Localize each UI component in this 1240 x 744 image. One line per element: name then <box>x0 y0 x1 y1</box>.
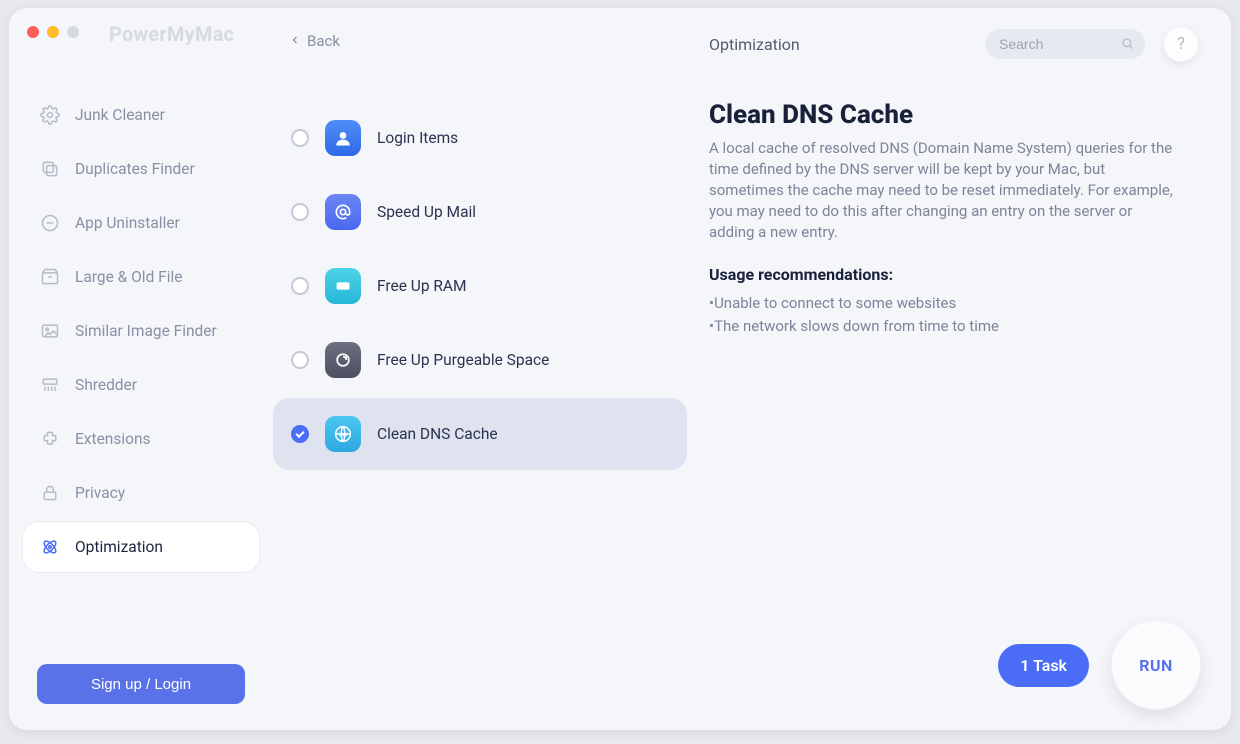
sidebar-item-label: Optimization <box>75 538 163 556</box>
option-speed-up-mail[interactable]: Speed Up Mail <box>273 176 687 248</box>
radio-checked-icon[interactable] <box>291 425 309 443</box>
sidebar-item-privacy[interactable]: Privacy <box>23 468 259 518</box>
detail-title: Clean DNS Cache <box>709 100 1179 130</box>
radio-unchecked-icon[interactable] <box>291 129 309 147</box>
search-wrap <box>985 29 1145 59</box>
radio-unchecked-icon[interactable] <box>291 351 309 369</box>
sidebar-item-shredder[interactable]: Shredder <box>23 360 259 410</box>
atom-icon <box>39 536 61 558</box>
sidebar-item-label: App Uninstaller <box>75 214 180 232</box>
options-column: Back Login Items Speed Up Mail <box>273 8 687 730</box>
sidebar-item-label: Duplicates Finder <box>75 160 195 178</box>
back-button[interactable]: Back <box>273 26 687 56</box>
sidebar-item-junk-cleaner[interactable]: Junk Cleaner <box>23 90 259 140</box>
option-label: Free Up Purgeable Space <box>377 351 549 369</box>
sidebar-item-label: Privacy <box>75 484 125 502</box>
svg-text:RAM: RAM <box>338 284 348 290</box>
close-window-icon[interactable] <box>27 26 39 38</box>
option-label: Login Items <box>377 129 458 147</box>
option-label: Free Up RAM <box>377 277 467 295</box>
maximize-window-icon[interactable] <box>67 26 79 38</box>
sidebar-item-large-old-file[interactable]: Large & Old File <box>23 252 259 302</box>
action-footer: 1 Task RUN <box>998 620 1201 710</box>
question-mark-icon: ? <box>1177 34 1185 54</box>
copies-icon <box>39 158 61 180</box>
image-icon <box>39 320 61 342</box>
signup-login-button[interactable]: Sign up / Login <box>37 664 245 704</box>
window-controls <box>27 26 79 38</box>
help-button[interactable]: ? <box>1163 26 1199 62</box>
detail-column: Optimization ? Clean DNS Cache A local c… <box>687 8 1231 730</box>
gear-icon <box>39 104 61 126</box>
dns-globe-icon: DNS <box>325 416 361 452</box>
option-label: Clean DNS Cache <box>377 425 498 443</box>
sidebar-item-label: Similar Image Finder <box>75 322 217 340</box>
app-window: PowerMyMac Junk Cleaner Duplicates Finde… <box>9 8 1231 730</box>
optimization-options-list: Login Items Speed Up Mail RAM Free Up RA… <box>273 102 687 470</box>
shredder-icon <box>39 374 61 396</box>
uninstall-icon <box>39 212 61 234</box>
back-label: Back <box>307 32 340 50</box>
app-title: PowerMyMac <box>109 22 234 46</box>
sidebar-item-label: Extensions <box>75 430 151 448</box>
sidebar-item-label: Junk Cleaner <box>75 106 165 124</box>
minimize-window-icon[interactable] <box>47 26 59 38</box>
option-free-up-purgeable-space[interactable]: Free Up Purgeable Space <box>273 324 687 396</box>
sidebar-item-label: Large & Old File <box>75 268 183 286</box>
chevron-left-icon <box>289 32 301 50</box>
sidebar: Junk Cleaner Duplicates Finder App Unins… <box>9 8 273 730</box>
detail-header: Optimization ? <box>709 26 1179 62</box>
puzzle-icon <box>39 428 61 450</box>
radio-unchecked-icon[interactable] <box>291 277 309 295</box>
radio-unchecked-icon[interactable] <box>291 203 309 221</box>
recommendation-item: The network slows down from time to time <box>709 315 1179 338</box>
recommendation-item: Unable to connect to some websites <box>709 292 1179 315</box>
detail-body: Clean DNS Cache A local cache of resolve… <box>709 100 1179 337</box>
svg-text:DNS: DNS <box>339 433 348 438</box>
option-label: Speed Up Mail <box>377 203 476 221</box>
sidebar-item-label: Shredder <box>75 376 137 394</box>
login-items-icon <box>325 120 361 156</box>
detail-description: A local cache of resolved DNS (Domain Na… <box>709 138 1179 243</box>
file-box-icon <box>39 266 61 288</box>
ram-chip-icon: RAM <box>325 268 361 304</box>
mail-at-icon <box>325 194 361 230</box>
sidebar-item-duplicates-finder[interactable]: Duplicates Finder <box>23 144 259 194</box>
sidebar-item-extensions[interactable]: Extensions <box>23 414 259 464</box>
option-clean-dns-cache[interactable]: DNS Clean DNS Cache <box>273 398 687 470</box>
section-title: Optimization <box>709 35 800 54</box>
lock-icon <box>39 482 61 504</box>
sidebar-item-similar-image-finder[interactable]: Similar Image Finder <box>23 306 259 356</box>
purgeable-icon <box>325 342 361 378</box>
sidebar-item-optimization[interactable]: Optimization <box>23 522 259 572</box>
option-login-items[interactable]: Login Items <box>273 102 687 174</box>
sidebar-item-app-uninstaller[interactable]: App Uninstaller <box>23 198 259 248</box>
search-icon <box>1120 36 1135 55</box>
run-button[interactable]: RUN <box>1111 620 1201 710</box>
task-count-pill[interactable]: 1 Task <box>998 644 1089 687</box>
usage-recommendations: Unable to connect to some websites The n… <box>709 292 1179 337</box>
option-free-up-ram[interactable]: RAM Free Up RAM <box>273 250 687 322</box>
usage-heading: Usage recommendations: <box>709 265 1179 284</box>
